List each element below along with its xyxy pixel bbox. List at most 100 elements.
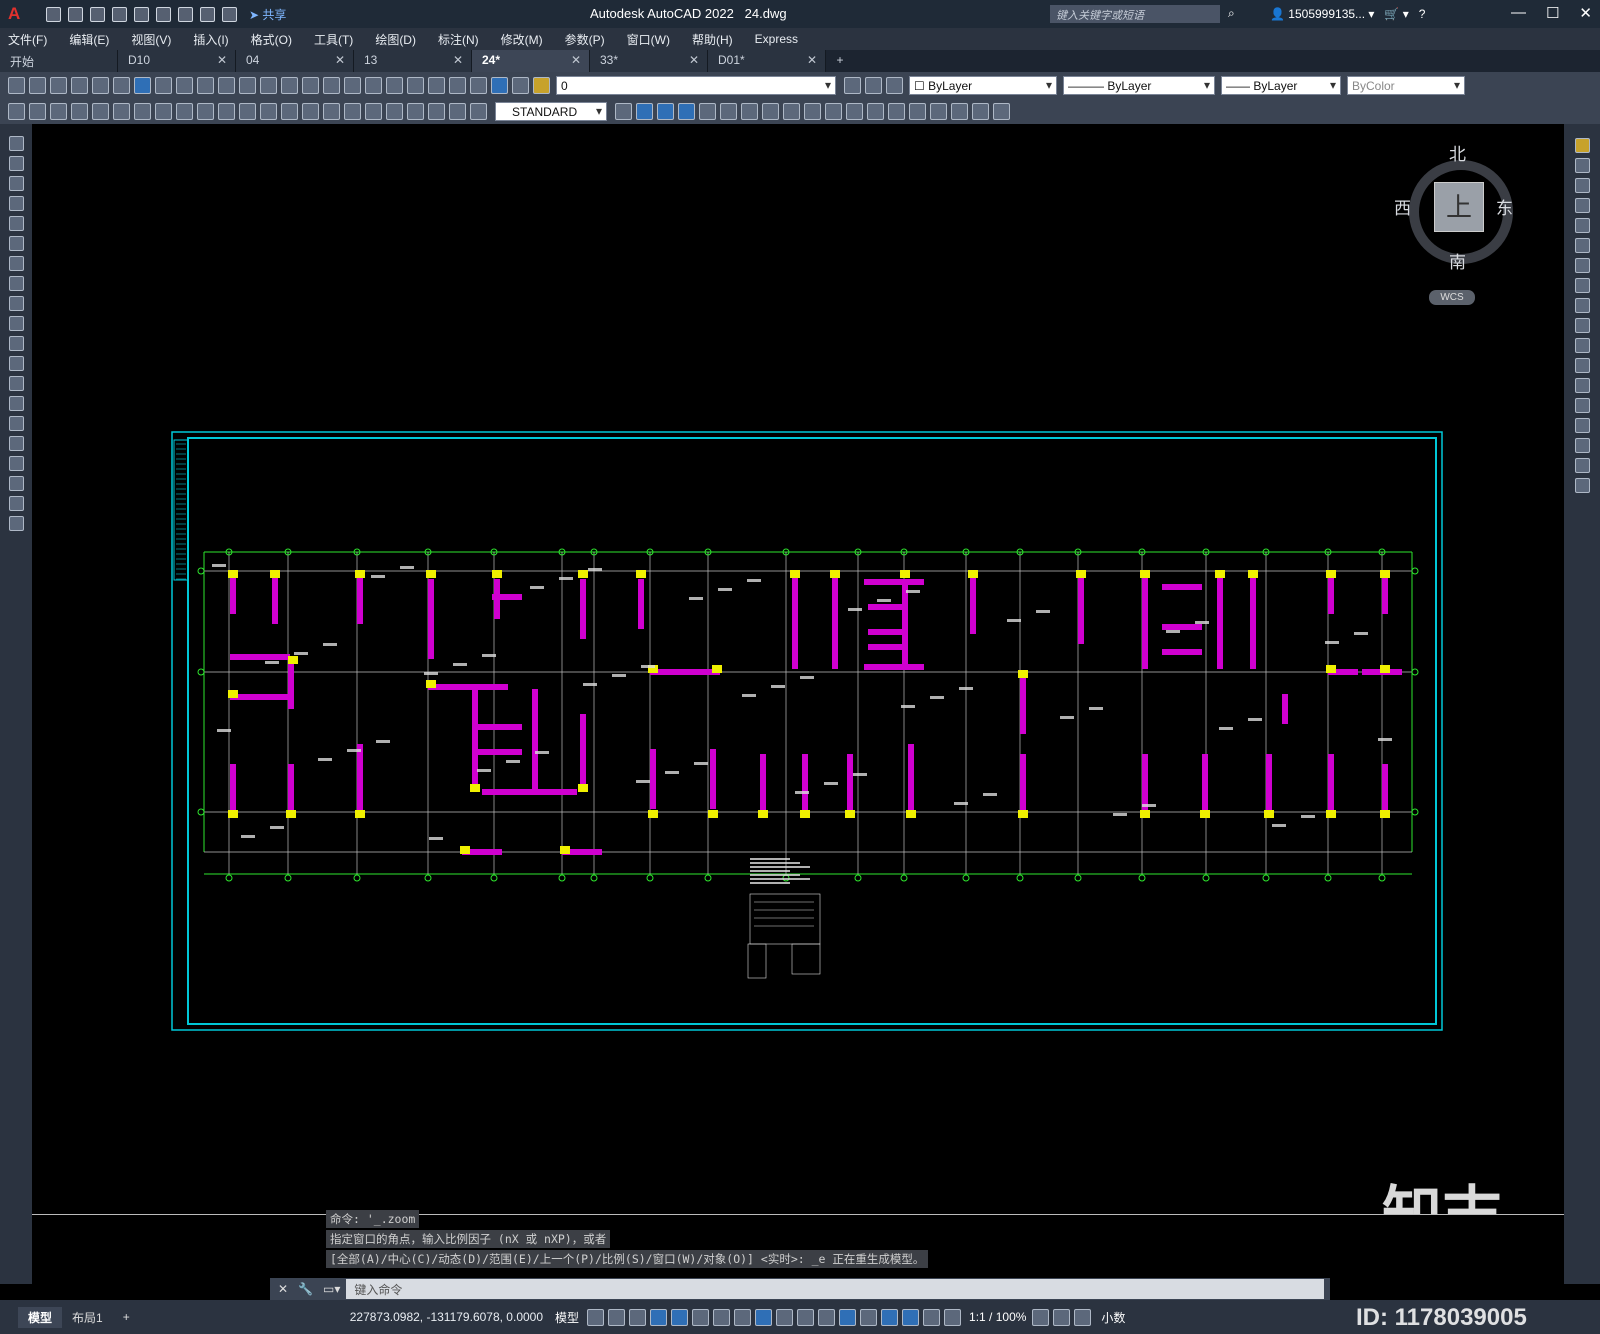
- 3d-osnap-icon[interactable]: [839, 1308, 857, 1326]
- autocad-logo-icon[interactable]: A: [8, 4, 28, 24]
- copy-icon[interactable]: [1574, 158, 1590, 173]
- rectangle-icon[interactable]: [8, 216, 24, 231]
- grid-icon[interactable]: [587, 1308, 605, 1326]
- annotation-visibility-icon[interactable]: [902, 1308, 920, 1326]
- tab-24[interactable]: 24* ✕: [472, 50, 590, 72]
- annotation-scale-dropdown[interactable]: 1:1 / 100%: [969, 1310, 1026, 1324]
- radius-dimension-icon[interactable]: [155, 102, 172, 120]
- dynamic-input-icon[interactable]: [650, 1308, 668, 1326]
- share-button[interactable]: ➤ 共享: [249, 6, 286, 23]
- chamfer-icon[interactable]: [1574, 418, 1590, 433]
- tool-icon[interactable]: [846, 102, 863, 120]
- tab-model[interactable]: 模型: [18, 1306, 63, 1328]
- search-input[interactable]: 键入关键字或短语: [1050, 5, 1220, 23]
- table-icon[interactable]: [8, 476, 24, 491]
- object-snap-tracking-icon[interactable]: [734, 1308, 752, 1326]
- menu-insert[interactable]: 插入(I): [193, 31, 228, 48]
- zoom-window-icon[interactable]: [323, 76, 340, 94]
- undo-icon[interactable]: [239, 76, 256, 94]
- tool-icon[interactable]: [993, 102, 1010, 120]
- match-properties-icon[interactable]: [218, 76, 235, 94]
- lineweight-icon[interactable]: [776, 1308, 794, 1326]
- undo-icon[interactable]: [200, 6, 215, 22]
- tool-icon[interactable]: [951, 102, 968, 120]
- make-block-icon[interactable]: [8, 376, 24, 391]
- quick-dimension-icon[interactable]: [239, 102, 256, 120]
- tab-d01[interactable]: D01* ✕: [708, 50, 826, 72]
- tool-icon[interactable]: [50, 102, 67, 120]
- tool-icon[interactable]: [930, 102, 947, 120]
- coordinates-readout[interactable]: 227873.0982, -131179.6078, 0.0000: [350, 1310, 543, 1324]
- dimension-text-edit-icon[interactable]: [449, 102, 466, 120]
- compass-east[interactable]: 东: [1496, 194, 1513, 219]
- menu-draw[interactable]: 绘图(D): [375, 31, 416, 48]
- plotstyle-dropdown[interactable]: ByColor: [1347, 75, 1465, 95]
- fillet-icon[interactable]: [1574, 438, 1590, 453]
- insert-block-icon[interactable]: [8, 356, 24, 371]
- close-icon[interactable]: ✕: [453, 53, 463, 67]
- export-icon[interactable]: [156, 6, 171, 22]
- dimension-edit-icon[interactable]: [428, 102, 445, 120]
- erase-icon[interactable]: [1574, 138, 1590, 153]
- tab-04[interactable]: 04 ✕: [236, 50, 354, 72]
- close-icon[interactable]: ✕: [335, 53, 345, 67]
- compass-south[interactable]: 南: [1449, 248, 1466, 273]
- jogged-dimension-icon[interactable]: [176, 102, 193, 120]
- jogged-linear-icon[interactable]: [407, 102, 424, 120]
- tool-icon[interactable]: [762, 102, 779, 120]
- close-icon[interactable]: ✕: [571, 53, 581, 67]
- recent-commands-icon[interactable]: ▭▾: [323, 1282, 340, 1296]
- tool-icon[interactable]: [29, 102, 46, 120]
- line-icon[interactable]: [8, 136, 24, 151]
- annotation-scale-icon[interactable]: [944, 1308, 962, 1326]
- mirror-icon[interactable]: [1574, 178, 1590, 193]
- close-icon[interactable]: ✕: [217, 53, 227, 67]
- dimension-break-icon[interactable]: [323, 102, 340, 120]
- units-dropdown[interactable]: 小数: [1101, 1309, 1125, 1326]
- zoom-previous-icon[interactable]: [344, 76, 361, 94]
- plot-icon[interactable]: [71, 76, 88, 94]
- move-icon[interactable]: [1574, 238, 1590, 253]
- circle-icon[interactable]: [8, 256, 24, 271]
- pan-icon[interactable]: [281, 76, 298, 94]
- viewcube[interactable]: 上 北 南 东 西 WCS: [1394, 140, 1516, 305]
- user-account[interactable]: 👤 1505999135... ▾ 🛒 ▾ ?: [1270, 7, 1425, 21]
- menu-format[interactable]: 格式(O): [251, 31, 292, 48]
- tool-palettes-icon[interactable]: [407, 76, 424, 94]
- wcs-menu[interactable]: WCS: [1429, 290, 1475, 305]
- selection-filter-icon[interactable]: [881, 1308, 899, 1326]
- redo-icon[interactable]: [260, 76, 277, 94]
- lineweight-dropdown[interactable]: —— ByLayer: [1221, 75, 1341, 95]
- snap-icon[interactable]: [608, 1308, 626, 1326]
- ellipse-arc-icon[interactable]: [8, 336, 24, 351]
- break-icon[interactable]: [1574, 378, 1590, 393]
- tool-icon[interactable]: [720, 102, 737, 120]
- save-icon[interactable]: [90, 6, 105, 22]
- polar-tracking-icon[interactable]: [692, 1308, 710, 1326]
- inspection-icon[interactable]: [386, 102, 403, 120]
- arc-length-icon[interactable]: [113, 102, 130, 120]
- zoom-realtime-icon[interactable]: [302, 76, 319, 94]
- layer-dropdown[interactable]: 0: [556, 75, 836, 95]
- menu-window[interactable]: 窗口(W): [627, 31, 670, 48]
- dynamic-ucs-icon[interactable]: [860, 1308, 878, 1326]
- tool-icon[interactable]: [825, 102, 842, 120]
- layer-previous-icon[interactable]: [865, 76, 882, 94]
- ortho-icon[interactable]: [671, 1308, 689, 1326]
- dimension-style-icon[interactable]: [615, 102, 632, 120]
- tab-13[interactable]: 13 ✕: [354, 50, 472, 72]
- add-selected-icon[interactable]: [8, 516, 24, 531]
- layer-state-icon[interactable]: [886, 76, 903, 94]
- close-icon[interactable]: ✕: [807, 53, 817, 67]
- offset-icon[interactable]: [1574, 198, 1590, 213]
- customize-icon[interactable]: 🔧: [298, 1282, 313, 1296]
- quickcalc-icon[interactable]: [470, 76, 487, 94]
- construction-line-icon[interactable]: [8, 156, 24, 171]
- compass-west[interactable]: 西: [1394, 194, 1411, 219]
- search-icon[interactable]: ⌕: [1228, 6, 1235, 21]
- close-icon[interactable]: ✕: [689, 53, 699, 67]
- add-layout-button[interactable]: +: [113, 1308, 140, 1326]
- properties-icon[interactable]: [365, 76, 382, 94]
- tool-icon[interactable]: [657, 102, 674, 120]
- spline-icon[interactable]: [8, 296, 24, 311]
